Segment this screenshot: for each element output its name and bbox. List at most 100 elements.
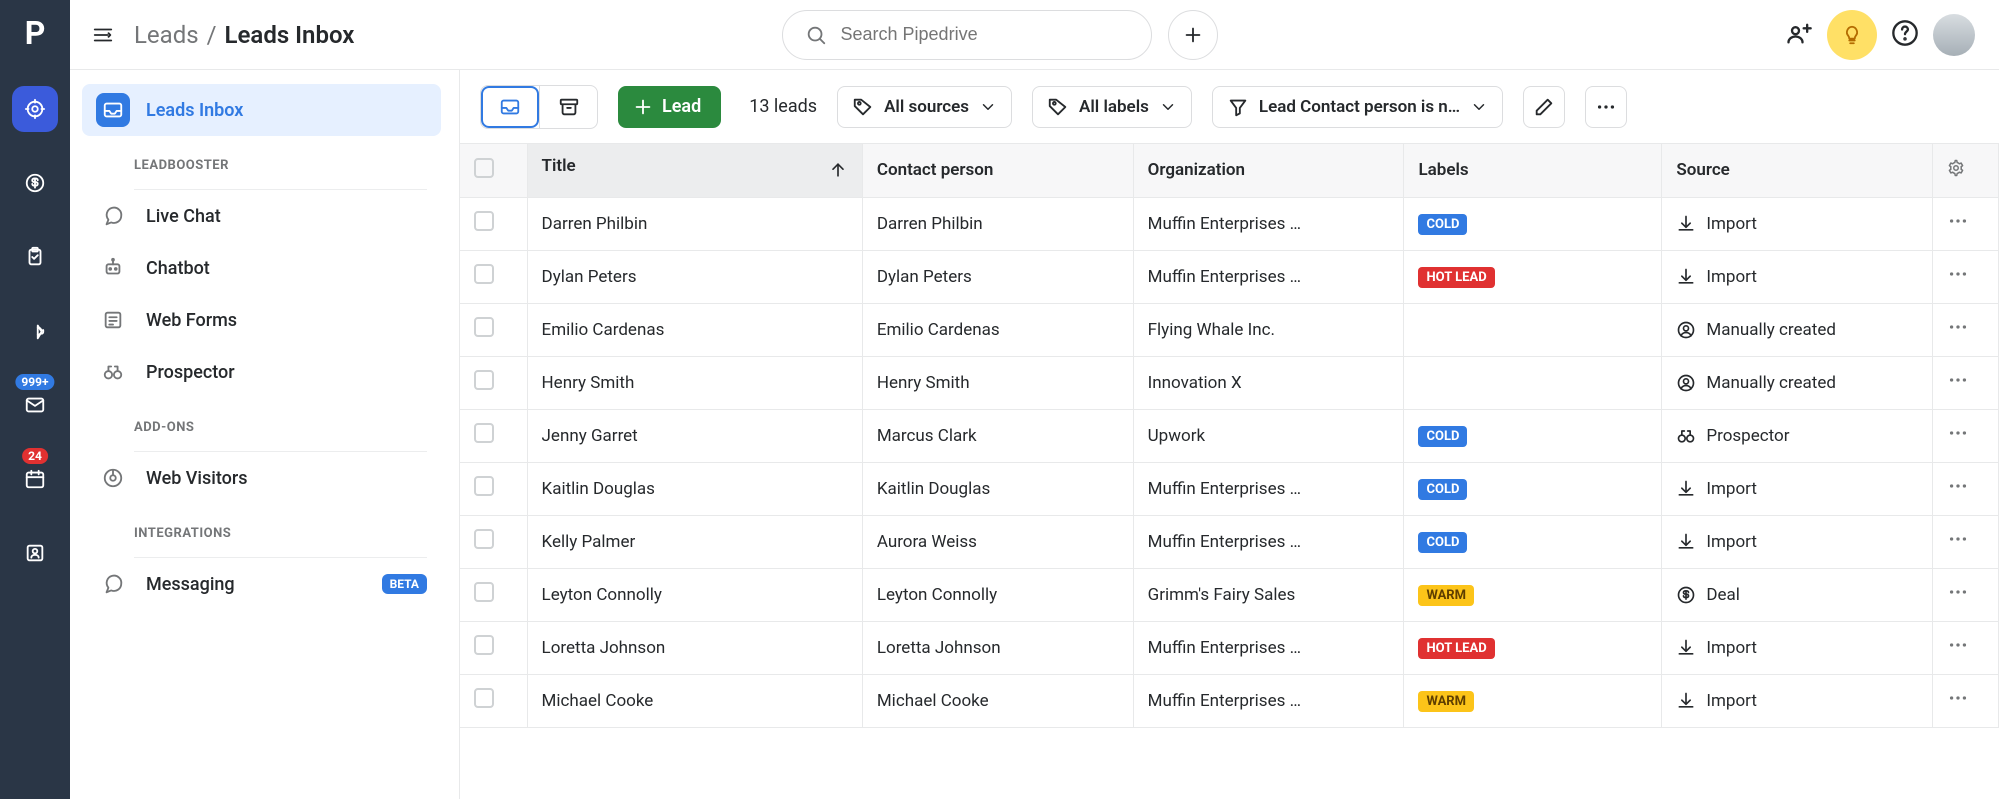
cell-source[interactable]: Deal: [1662, 568, 1933, 621]
cell-labels[interactable]: WARM: [1404, 674, 1662, 727]
row-checkbox[interactable]: [460, 409, 527, 462]
table-row[interactable]: Michael CookeMichael CookeMuffin Enterpr…: [460, 674, 1999, 727]
cell-labels[interactable]: [1404, 303, 1662, 356]
sidebar-item-prospector[interactable]: Prospector: [82, 346, 441, 398]
table-row[interactable]: Dylan PetersDylan PetersMuffin Enterpris…: [460, 250, 1999, 303]
breadcrumb-parent[interactable]: Leads: [134, 21, 199, 49]
cell-org[interactable]: Muffin Enterprises …: [1133, 250, 1404, 303]
nav-mail[interactable]: 999+: [12, 382, 58, 428]
more-button[interactable]: [1585, 86, 1627, 128]
cell-org[interactable]: Muffin Enterprises …: [1133, 197, 1404, 250]
col-source[interactable]: Source: [1662, 144, 1933, 197]
cell-source[interactable]: Import: [1662, 197, 1933, 250]
row-checkbox[interactable]: [460, 303, 527, 356]
row-actions[interactable]: [1933, 674, 1999, 727]
sidebar-item-messaging[interactable]: MessagingBETA: [82, 558, 441, 610]
row-checkbox[interactable]: [460, 250, 527, 303]
cell-title[interactable]: Michael Cooke: [527, 674, 862, 727]
edit-filter-button[interactable]: [1523, 86, 1565, 128]
cell-source[interactable]: Import: [1662, 621, 1933, 674]
sidebar-item-live-chat[interactable]: Live Chat: [82, 190, 441, 242]
table-row[interactable]: Loretta JohnsonLoretta JohnsonMuffin Ent…: [460, 621, 1999, 674]
row-actions[interactable]: [1933, 621, 1999, 674]
quick-add-button[interactable]: [1168, 10, 1218, 60]
row-actions[interactable]: [1933, 515, 1999, 568]
nav-contacts[interactable]: [12, 530, 58, 576]
row-actions[interactable]: [1933, 303, 1999, 356]
search-box[interactable]: [782, 10, 1152, 60]
cell-title[interactable]: Leyton Connolly: [527, 568, 862, 621]
filter-custom[interactable]: Lead Contact person is n…: [1212, 86, 1503, 128]
nav-campaigns[interactable]: [12, 308, 58, 354]
cell-labels[interactable]: COLD: [1404, 409, 1662, 462]
row-actions[interactable]: [1933, 197, 1999, 250]
cell-org[interactable]: Flying Whale Inc.: [1133, 303, 1404, 356]
cell-contact[interactable]: Loretta Johnson: [862, 621, 1133, 674]
row-checkbox[interactable]: [460, 515, 527, 568]
nav-deals[interactable]: [12, 160, 58, 206]
nav-projects[interactable]: [12, 234, 58, 280]
cell-labels[interactable]: [1404, 356, 1662, 409]
sales-assistant-button[interactable]: [1827, 10, 1877, 60]
row-actions[interactable]: [1933, 250, 1999, 303]
cell-contact[interactable]: Michael Cooke: [862, 674, 1133, 727]
cell-labels[interactable]: COLD: [1404, 197, 1662, 250]
row-actions[interactable]: [1933, 462, 1999, 515]
col-title[interactable]: Title: [527, 144, 862, 197]
filter-labels[interactable]: All labels: [1032, 86, 1192, 128]
view-archive[interactable]: [539, 86, 597, 128]
cell-source[interactable]: Import: [1662, 250, 1933, 303]
cell-title[interactable]: Loretta Johnson: [527, 621, 862, 674]
col-contact-person[interactable]: Contact person: [862, 144, 1133, 197]
cell-title[interactable]: Henry Smith: [527, 356, 862, 409]
table-row[interactable]: Kaitlin DouglasKaitlin DouglasMuffin Ent…: [460, 462, 1999, 515]
select-all-header[interactable]: [460, 144, 527, 197]
sidebar-item-web-visitors[interactable]: Web Visitors: [82, 452, 441, 504]
cell-labels[interactable]: HOT LEAD: [1404, 250, 1662, 303]
filter-sources[interactable]: All sources: [837, 86, 1012, 128]
nav-activities[interactable]: 24: [12, 456, 58, 502]
avatar[interactable]: [1933, 14, 1975, 56]
row-checkbox[interactable]: [460, 356, 527, 409]
help-button[interactable]: [1891, 19, 1919, 51]
cell-org[interactable]: Upwork: [1133, 409, 1404, 462]
row-actions[interactable]: [1933, 356, 1999, 409]
sidebar-item-chatbot[interactable]: Chatbot: [82, 242, 441, 294]
cell-source[interactable]: Import: [1662, 462, 1933, 515]
cell-title[interactable]: Dylan Peters: [527, 250, 862, 303]
table-row[interactable]: Emilio CardenasEmilio CardenasFlying Wha…: [460, 303, 1999, 356]
cell-labels[interactable]: HOT LEAD: [1404, 621, 1662, 674]
cell-source[interactable]: Manually created: [1662, 356, 1933, 409]
view-inbox[interactable]: [481, 86, 539, 128]
cell-title[interactable]: Kaitlin Douglas: [527, 462, 862, 515]
row-checkbox[interactable]: [460, 674, 527, 727]
nav-leads[interactable]: [12, 86, 58, 132]
search-input[interactable]: [841, 24, 1129, 45]
cell-labels[interactable]: WARM: [1404, 568, 1662, 621]
row-checkbox[interactable]: [460, 621, 527, 674]
cell-title[interactable]: Emilio Cardenas: [527, 303, 862, 356]
sidebar-item-leads-inbox[interactable]: Leads Inbox: [82, 84, 441, 136]
table-row[interactable]: Jenny GarretMarcus ClarkUpworkCOLDProspe…: [460, 409, 1999, 462]
cell-contact[interactable]: Henry Smith: [862, 356, 1133, 409]
cell-contact[interactable]: Darren Philbin: [862, 197, 1133, 250]
col-labels[interactable]: Labels: [1404, 144, 1662, 197]
col-organization[interactable]: Organization: [1133, 144, 1404, 197]
row-actions[interactable]: [1933, 568, 1999, 621]
cell-contact[interactable]: Leyton Connolly: [862, 568, 1133, 621]
row-checkbox[interactable]: [460, 197, 527, 250]
table-row[interactable]: Henry SmithHenry SmithInnovation XManual…: [460, 356, 1999, 409]
logo[interactable]: P: [25, 14, 46, 52]
cell-org[interactable]: Innovation X: [1133, 356, 1404, 409]
cell-contact[interactable]: Marcus Clark: [862, 409, 1133, 462]
invite-button[interactable]: [1785, 19, 1813, 51]
cell-source[interactable]: Import: [1662, 674, 1933, 727]
add-lead-button[interactable]: Lead: [618, 86, 721, 128]
sidebar-toggle[interactable]: [88, 20, 118, 50]
table-row[interactable]: Kelly PalmerAurora WeissMuffin Enterpris…: [460, 515, 1999, 568]
cell-labels[interactable]: COLD: [1404, 462, 1662, 515]
cell-title[interactable]: Jenny Garret: [527, 409, 862, 462]
cell-source[interactable]: Prospector: [1662, 409, 1933, 462]
cell-title[interactable]: Darren Philbin: [527, 197, 862, 250]
row-actions[interactable]: [1933, 409, 1999, 462]
